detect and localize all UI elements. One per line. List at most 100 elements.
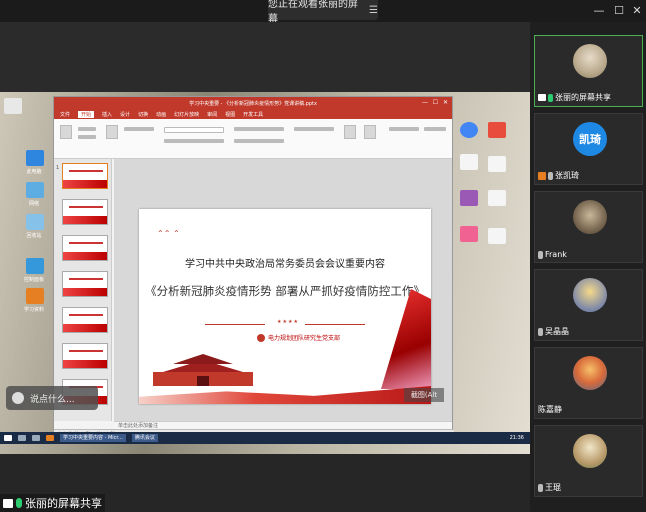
sharer-label: 张丽的屏幕共享 xyxy=(0,494,105,512)
participant-tile[interactable]: Frank xyxy=(534,191,643,263)
participant-name: 陈嘉静 xyxy=(538,405,562,414)
mic-on-icon xyxy=(548,93,553,102)
slide-org: 电力规划团队研究生党支部 xyxy=(257,333,340,342)
desktop-label: 网络 xyxy=(28,201,39,207)
ribbon xyxy=(54,119,452,159)
slide-thumbnail[interactable] xyxy=(62,199,108,225)
slide-thumbnail[interactable] xyxy=(62,163,108,189)
slide-main-title: 《分析新冠肺炎疫情形势 部署从严抓好疫情防控工作》 xyxy=(145,284,425,298)
align-buttons[interactable] xyxy=(234,139,284,143)
screenshot-button[interactable]: 截图(Alt xyxy=(404,388,444,402)
mic-muted-icon xyxy=(538,327,543,336)
current-slide[interactable]: ⌃⌃ ⌃ 学习中共中央政治局常务委员会会议重要内容 《分析新冠肺炎疫情形势 部署… xyxy=(139,209,431,404)
windows-taskbar: 学习中央重要内容 - Micr... 腾讯会议 21:36 xyxy=(0,432,530,444)
menu-slideshow[interactable]: 幻灯片放映 xyxy=(174,111,199,118)
font-format-buttons[interactable] xyxy=(164,139,224,143)
arrange-button[interactable] xyxy=(344,125,356,139)
ribbon-decoration xyxy=(381,289,431,389)
file-icon xyxy=(460,154,478,170)
paragraph-buttons[interactable] xyxy=(234,127,284,131)
ppt-title-bar: 学习中央重要 - 《分析新冠肺炎疫情形势》党课讲稿.pptx — ☐ ✕ xyxy=(54,97,452,109)
menu-animations[interactable]: 动画 xyxy=(156,111,166,118)
network-icon xyxy=(26,182,44,198)
copy-button[interactable] xyxy=(78,135,96,139)
ppt-title: 学习中央重要 - 《分析新冠肺炎疫情形势》党课讲稿.pptx xyxy=(189,100,317,107)
desktop-label: 学习资料 xyxy=(23,307,44,313)
shared-screen: 此电脑 网络 回收站 控制面板 学习资料 学习中央重要 - 《分析新冠肺炎疫情形… xyxy=(0,22,530,512)
menu-file[interactable]: 文件 xyxy=(60,111,70,118)
chat-icon xyxy=(12,392,24,404)
ppt-menu-bar: 文件 开始 插入 设计 切换 动画 幻灯片放映 审阅 视图 开发工具 xyxy=(54,109,452,119)
avatar xyxy=(573,44,607,78)
desktop-file-icon xyxy=(4,98,22,114)
menu-developer[interactable]: 开发工具 xyxy=(243,111,263,118)
slide-thumbnail[interactable] xyxy=(62,235,108,261)
menu-transitions[interactable]: 切换 xyxy=(138,111,148,118)
computer-icon xyxy=(26,150,44,166)
stars-decoration: ★★★★ xyxy=(277,319,299,325)
participant-tile[interactable]: 张丽的屏幕共享 xyxy=(534,35,643,107)
party-logo-icon xyxy=(257,333,265,342)
avatar xyxy=(573,356,607,390)
app-icon xyxy=(488,122,506,138)
search-icon[interactable] xyxy=(18,435,26,441)
slide-thumbnail[interactable] xyxy=(62,343,108,369)
comment-placeholder: 说点什么... xyxy=(30,394,75,405)
find-button[interactable] xyxy=(424,127,446,131)
divider-line xyxy=(305,324,365,325)
participant-tile[interactable]: 吴晶晶 xyxy=(534,269,643,341)
mic-on-icon xyxy=(16,498,22,508)
start-icon[interactable] xyxy=(4,435,12,441)
mic-muted-icon xyxy=(538,483,543,492)
sharer-name: 张丽的屏幕共享 xyxy=(25,497,102,510)
menu-review[interactable]: 审阅 xyxy=(207,111,217,118)
viewing-banner[interactable]: 您正在观看张丽的屏幕 ☰ xyxy=(268,0,378,25)
slide-thumbnail[interactable] xyxy=(62,271,108,297)
close-icon[interactable]: ✕ xyxy=(443,99,448,106)
quick-styles-button[interactable] xyxy=(364,125,376,139)
shapes-gallery[interactable] xyxy=(294,127,334,131)
file-explorer-icon[interactable] xyxy=(46,435,54,441)
screen-share-icon xyxy=(538,94,546,101)
taskbar-meeting[interactable]: 腾讯会议 xyxy=(131,434,158,442)
powerpoint-window[interactable]: 学习中央重要 - 《分析新冠肺炎疫情形势》党课讲稿.pptx — ☐ ✕ 文件 … xyxy=(53,96,454,439)
avatar xyxy=(573,434,607,468)
screen-share-icon xyxy=(3,498,13,508)
shape-fill-button[interactable] xyxy=(389,127,419,131)
maximize-button[interactable]: ☐ xyxy=(610,4,628,17)
maximize-icon[interactable]: ☐ xyxy=(433,99,438,106)
participant-tile[interactable]: 凯琦 张凯琦 xyxy=(534,113,643,185)
birds-decoration: ⌃⌃ ⌃ xyxy=(157,229,180,238)
app-icon xyxy=(460,226,478,242)
minimize-button[interactable]: — xyxy=(590,4,608,17)
slide-thumbnail[interactable] xyxy=(62,307,108,333)
menu-icon[interactable]: ☰ xyxy=(369,5,378,16)
menu-insert[interactable]: 插入 xyxy=(102,111,112,118)
desktop-label: 控制面板 xyxy=(23,277,44,283)
desktop-label: 此电脑 xyxy=(26,169,42,175)
new-slide-button[interactable] xyxy=(106,125,118,139)
taskbar-ppt[interactable]: 学习中央重要内容 - Micr... xyxy=(60,434,126,442)
file-icon xyxy=(488,156,506,172)
menu-design[interactable]: 设计 xyxy=(120,111,130,118)
folder-icon xyxy=(26,288,44,304)
avatar: 凯琦 xyxy=(573,122,607,156)
participant-name: 吴晶晶 xyxy=(545,327,569,336)
participant-tile[interactable]: 陈嘉静 xyxy=(534,347,643,419)
cut-button[interactable] xyxy=(78,127,96,131)
avatar xyxy=(573,200,607,234)
layout-button[interactable] xyxy=(124,127,154,131)
menu-view[interactable]: 视图 xyxy=(225,111,235,118)
slide-thumbnails: 1 xyxy=(54,159,112,421)
font-select[interactable] xyxy=(164,127,224,133)
minimize-icon[interactable]: — xyxy=(422,99,428,106)
slide-canvas[interactable]: ⌃⌃ ⌃ 学习中共中央政治局常务委员会会议重要内容 《分析新冠肺炎疫情形势 部署… xyxy=(114,159,452,421)
task-view-icon[interactable] xyxy=(32,435,40,441)
menu-home[interactable]: 开始 xyxy=(78,110,95,118)
close-button[interactable]: ✕ xyxy=(628,4,646,17)
participant-tile[interactable]: 王琨 xyxy=(534,425,643,497)
comment-input[interactable]: 说点什么... xyxy=(6,386,98,410)
taskbar-clock: 21:36 xyxy=(509,435,524,441)
paste-button[interactable] xyxy=(60,125,72,139)
file-icon xyxy=(488,228,506,244)
